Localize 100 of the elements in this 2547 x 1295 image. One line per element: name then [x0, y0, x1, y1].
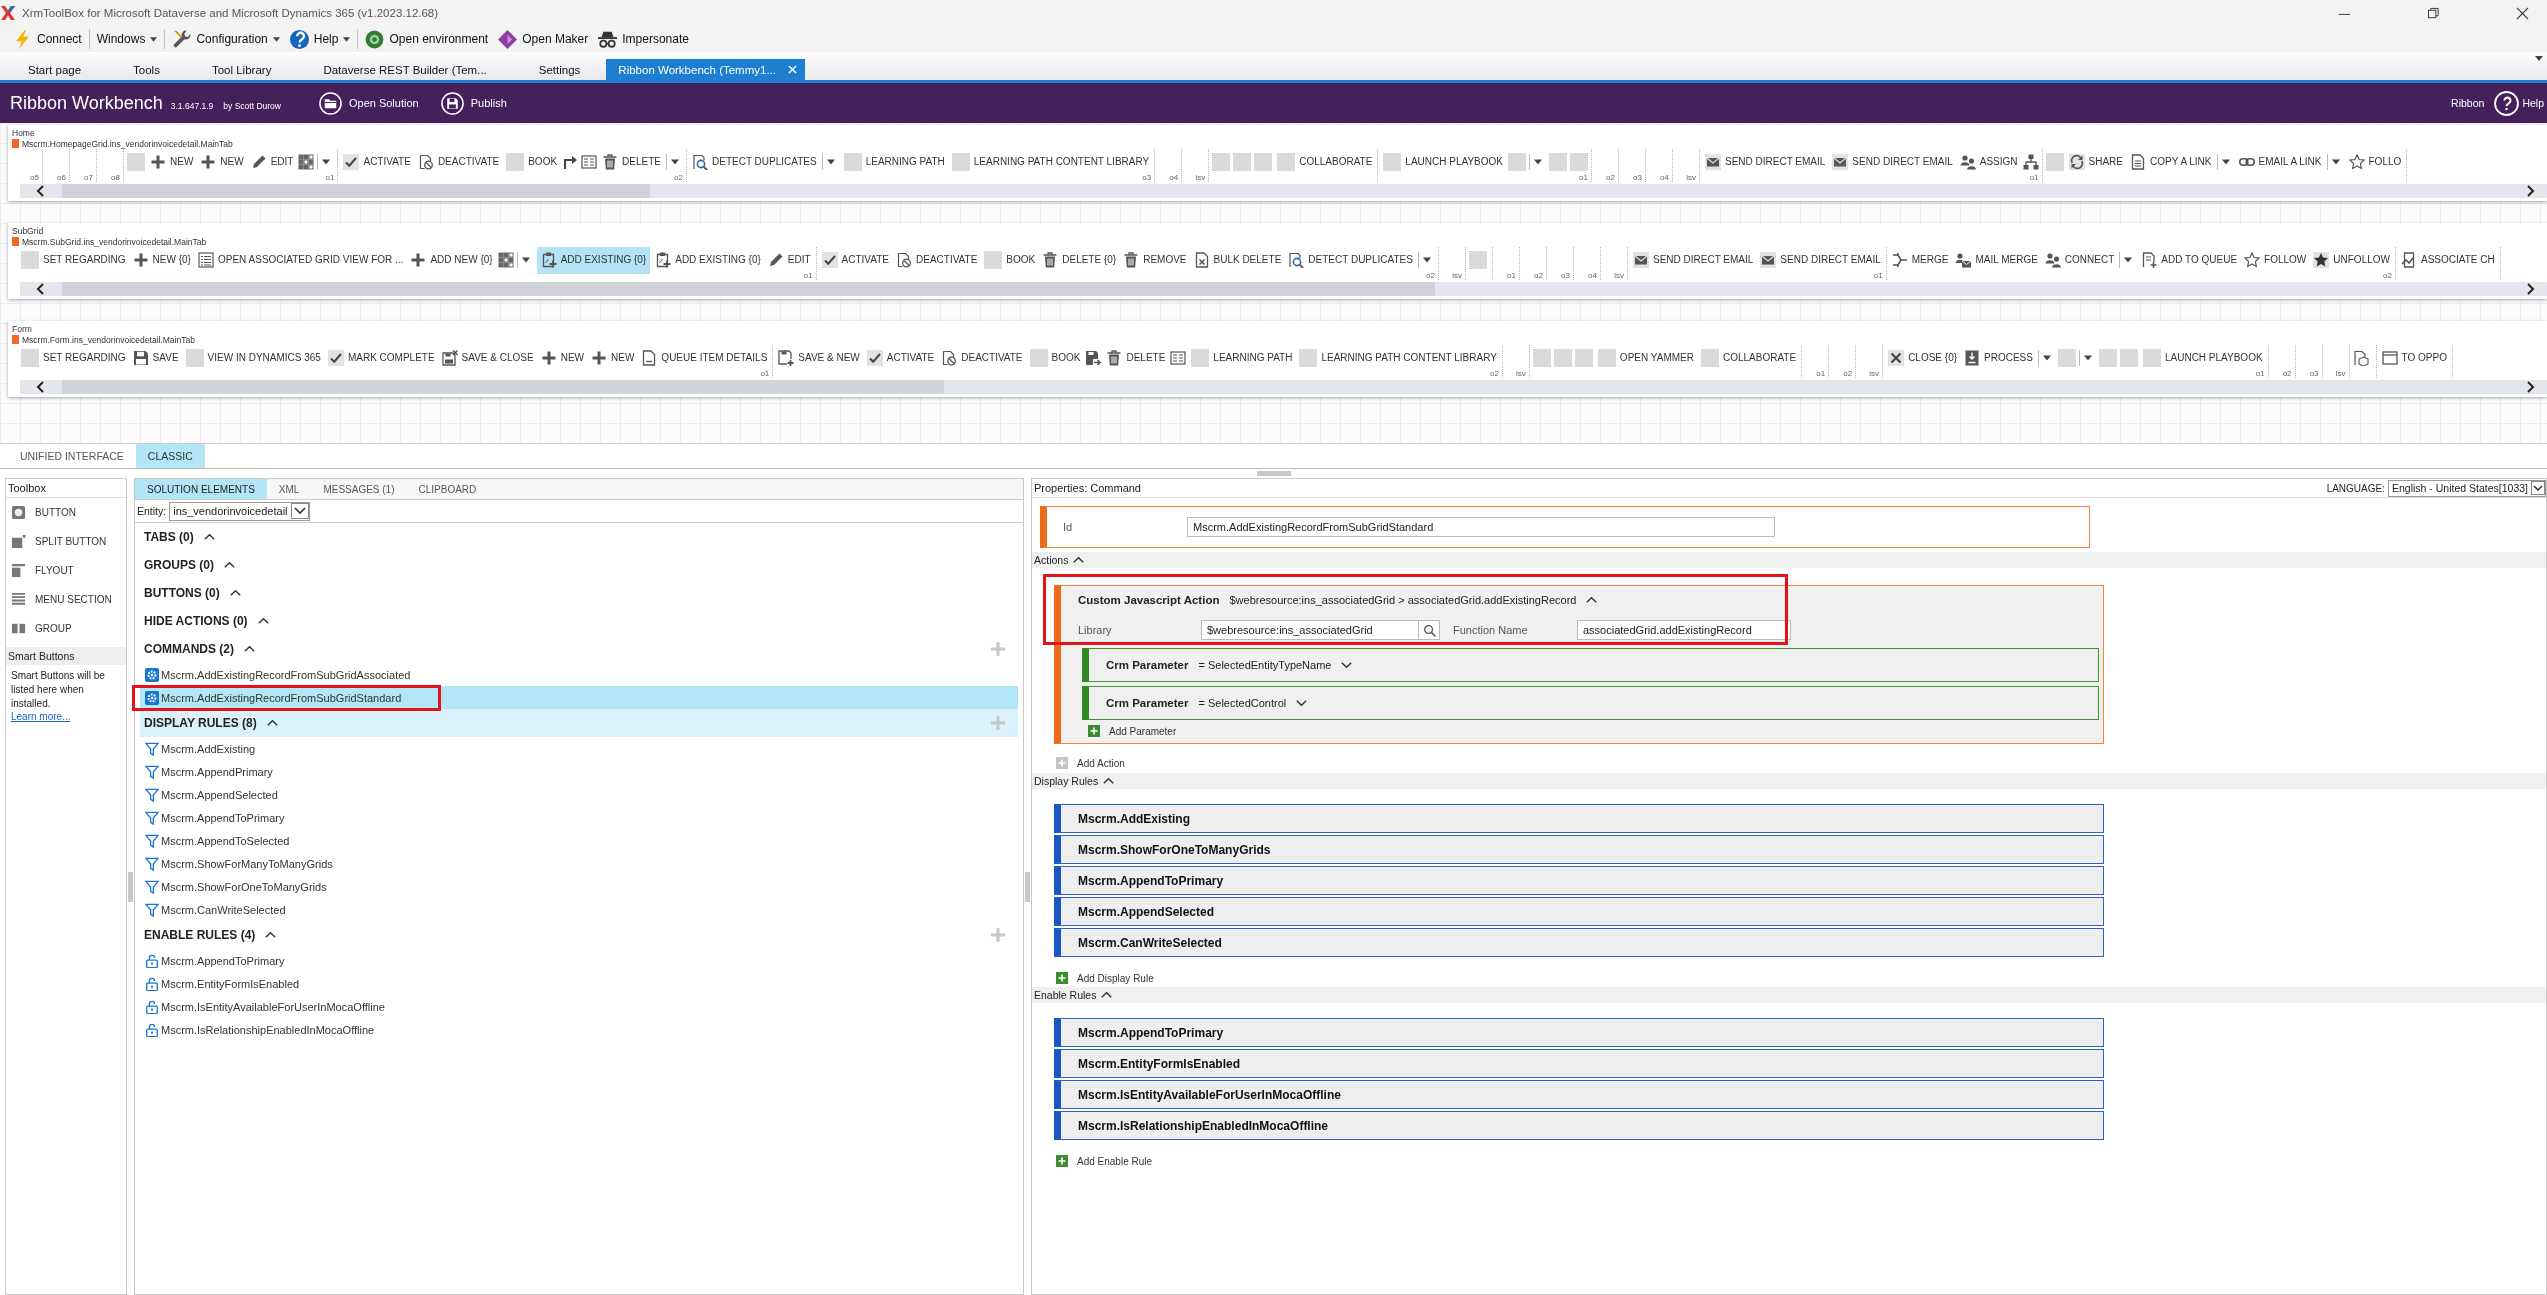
- ribbon-button[interactable]: MERGE: [1889, 248, 1951, 271]
- ribbon-button[interactable]: NEW: [589, 346, 637, 369]
- ribbon-button[interactable]: SAVE & NEW: [776, 346, 862, 369]
- chevron-left-icon[interactable]: [36, 185, 46, 197]
- ribbon-button[interactable]: ACTIVATE: [819, 248, 891, 271]
- ribbon-button[interactable]: QUEUE ITEM DETAILS: [639, 346, 770, 369]
- ribbon-button[interactable]: VIEW IN DYNAMICS 365: [183, 346, 323, 369]
- chevron-up-icon[interactable]: [224, 561, 235, 569]
- document-box-icon[interactable]: [2352, 349, 2369, 366]
- entity-dropdown[interactable]: ins_vendorinvoicedetail: [169, 501, 310, 521]
- ribbon-button[interactable]: BOOK: [982, 248, 1038, 271]
- list-item[interactable]: Mscrm.AppendToSelected: [140, 829, 1018, 852]
- panel-tab[interactable]: SOLUTION ELEMENTS: [135, 479, 267, 499]
- ribbon-button[interactable]: ACTIVATE: [341, 150, 413, 173]
- enable-rule-row[interactable]: Mscrm.AppendToPrimary: [1054, 1018, 2104, 1047]
- section-header[interactable]: HIDE ACTIONS (0): [140, 607, 1018, 635]
- chevron-up-icon[interactable]: [1103, 777, 1115, 785]
- chevron-down-icon[interactable]: [1296, 699, 1308, 707]
- floppy-disk-arrow-icon[interactable]: [1085, 349, 1102, 366]
- chevron-right-icon[interactable]: [2525, 283, 2535, 295]
- section-header[interactable]: GROUPS (0): [140, 551, 1018, 579]
- ribbon-button[interactable]: NEW {0}: [130, 248, 193, 271]
- mode-tab[interactable]: CLASSIC: [135, 444, 205, 468]
- ribbon-button[interactable]: OPEN ASSOCIATED GRID VIEW FOR ...: [195, 248, 406, 271]
- list-item[interactable]: Mscrm.IsRelationshipEnabledInMocaOffline: [140, 1018, 1018, 1041]
- list-item[interactable]: Mscrm.ShowForManyToManyGrids: [140, 852, 1018, 875]
- scrollbar-thumb[interactable]: [62, 184, 651, 198]
- chevron-up-icon[interactable]: [244, 645, 255, 653]
- scrollbar-thumb[interactable]: [62, 380, 945, 394]
- add-display-rule-link[interactable]: Add Display Rule: [1056, 970, 1154, 986]
- ribbon-button[interactable]: NEW: [198, 150, 246, 173]
- ribbon-button[interactable]: EDIT: [248, 150, 296, 173]
- ribbon-button[interactable]: LAUNCH PLAYBOOK: [1381, 150, 1505, 173]
- ribbon-button[interactable]: ASSOCIATE CH: [2398, 248, 2497, 271]
- toolbox-item[interactable]: GROUP: [6, 614, 126, 643]
- horizontal-scrollbar[interactable]: [20, 380, 2547, 394]
- section-header[interactable]: DISPLAY RULES (8): [140, 709, 1018, 737]
- add-action-link[interactable]: Add Action: [1056, 755, 1125, 771]
- toolbar-button[interactable]: Configuration: [169, 28, 283, 50]
- ribbon-button[interactable]: TO OPPO: [2379, 346, 2449, 369]
- ribbon-button[interactable]: ASSIGN: [1957, 150, 2020, 173]
- ribbon-button[interactable]: COPY A LINK: [2128, 150, 2214, 173]
- list-item[interactable]: Mscrm.EntityFormIsEnabled: [140, 972, 1018, 995]
- toolbar-button[interactable]: Connect: [10, 28, 85, 50]
- ribbon-button[interactable]: ADD TO QUEUE: [2139, 248, 2240, 271]
- chevron-up-icon[interactable]: [229, 589, 241, 597]
- ribbon-button[interactable]: UNFOLLOW: [2311, 248, 2392, 271]
- close-icon[interactable]: [2516, 6, 2529, 20]
- section-header[interactable]: TABS (0): [140, 523, 1018, 551]
- enable-rule-row[interactable]: Mscrm.EntityFormIsEnabled: [1054, 1049, 2104, 1078]
- parameter-row[interactable]: Crm Parameter = SelectedEntityTypeName: [1082, 648, 2099, 682]
- list-item[interactable]: Mscrm.AppendSelected: [140, 783, 1018, 806]
- splitter-handle[interactable]: [128, 871, 133, 902]
- ribbon-button[interactable]: DEACTIVATE: [939, 346, 1025, 369]
- grid-icon[interactable]: [497, 251, 514, 268]
- ribbon-button[interactable]: DETECT DUPLICATES: [690, 150, 819, 173]
- toolbar-button[interactable]: Open Maker: [495, 28, 592, 50]
- restore-icon[interactable]: [2427, 6, 2440, 20]
- ribbon-button[interactable]: SAVE: [130, 346, 181, 369]
- toolbar-button[interactable]: Open environment: [362, 28, 492, 50]
- document-tab[interactable]: Tool Library: [185, 59, 298, 80]
- function-name-field[interactable]: associatedGrid.addExistingRecord: [1577, 620, 1791, 640]
- toolbox-item[interactable]: MENU SECTION: [6, 585, 126, 614]
- list-item[interactable]: Mscrm.CanWriteSelected: [140, 898, 1018, 921]
- chevron-up-icon[interactable]: [203, 533, 215, 541]
- ribbon-button[interactable]: LEARNING PATH CONTENT LIBRARY: [949, 150, 1152, 173]
- chevron-left-icon[interactable]: [36, 283, 46, 295]
- display-rule-row[interactable]: Mscrm.ShowForOneToManyGrids: [1054, 835, 2104, 864]
- ribbon-button[interactable]: DELETE: [1104, 346, 1168, 369]
- search-button[interactable]: [1419, 620, 1440, 640]
- ribbon-button[interactable]: EDIT: [765, 248, 813, 271]
- turn-arrow-icon[interactable]: [562, 153, 579, 170]
- section-header[interactable]: COMMANDS (2): [140, 635, 1018, 663]
- ribbon-button[interactable]: BOOK: [1027, 346, 1083, 369]
- ribbon-button[interactable]: SEND DIRECT EMAIL: [1758, 248, 1883, 271]
- section-header[interactable]: ENABLE RULES (4): [140, 921, 1018, 949]
- splitter-handle[interactable]: [1256, 471, 1291, 476]
- ribbon-button[interactable]: COLLABORATE: [1275, 150, 1375, 173]
- chevron-up-icon[interactable]: [266, 719, 278, 727]
- chevron-left-icon[interactable]: [36, 381, 46, 393]
- language-dropdown[interactable]: English - United States[1033]: [2388, 479, 2546, 497]
- ribbon-button[interactable]: DELETE {0}: [1040, 248, 1119, 271]
- chevron-right-icon[interactable]: [2525, 381, 2535, 393]
- toolbox-item[interactable]: BUTTON: [6, 498, 126, 527]
- ribbon-button[interactable]: CONNECT: [2042, 248, 2117, 271]
- ribbon-button[interactable]: SHARE: [2066, 150, 2125, 173]
- mode-tab[interactable]: UNIFIED INTERFACE: [8, 444, 136, 468]
- ribbon-button[interactable]: FOLLO: [2346, 150, 2404, 173]
- ribbon-button[interactable]: BULK DELETE: [1191, 248, 1284, 271]
- ribbon-button[interactable]: ADD EXISTING {0}: [653, 248, 763, 271]
- id-field[interactable]: Mscrm.AddExistingRecordFromSubGridStandard: [1187, 517, 1775, 537]
- ribbon-button[interactable]: SET REGARDING: [19, 346, 128, 369]
- add-enable-rule-link[interactable]: Add Enable Rule: [1056, 1153, 1153, 1169]
- toolbox-item[interactable]: FLYOUT: [6, 556, 126, 585]
- ribbon-button[interactable]: CLOSE {0}: [1886, 346, 1960, 369]
- section-header[interactable]: BUTTONS (0): [140, 579, 1018, 607]
- chevron-right-icon[interactable]: [2525, 185, 2535, 197]
- document-tab[interactable]: Tools: [107, 59, 186, 80]
- ribbon-button[interactable]: NEW: [538, 346, 586, 369]
- caret-icon[interactable]: [2535, 56, 2543, 61]
